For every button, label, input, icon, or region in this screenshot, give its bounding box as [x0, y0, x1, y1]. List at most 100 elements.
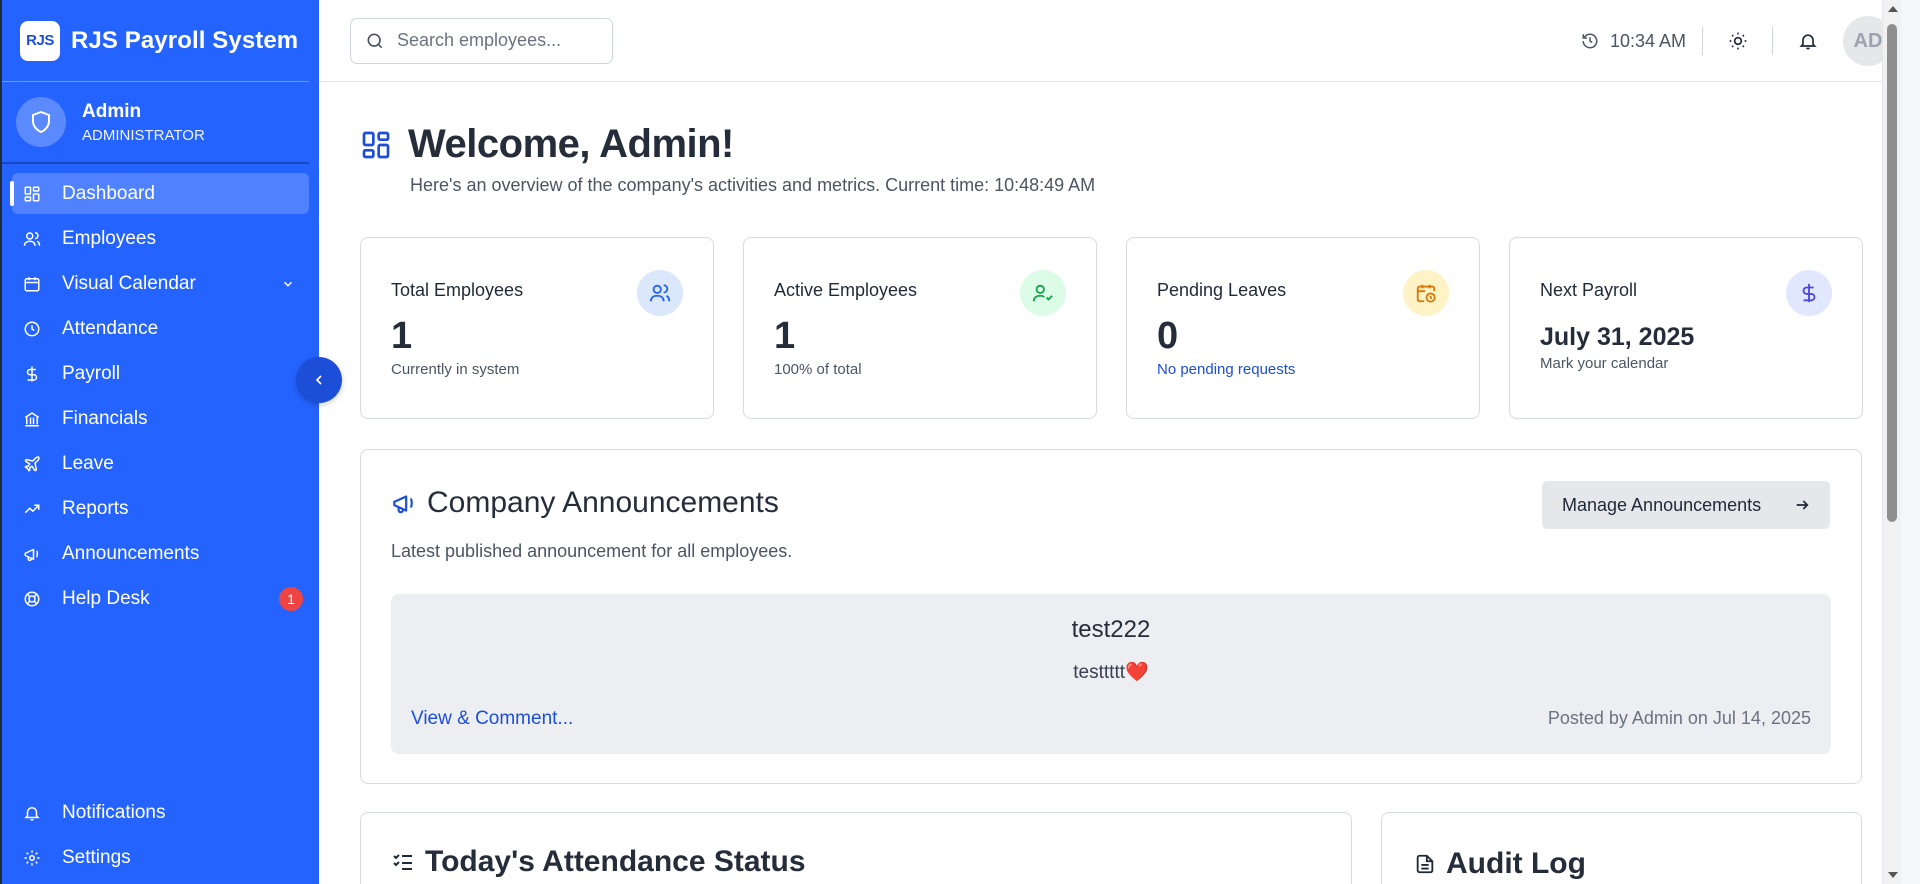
sidebar-item-label: Visual Calendar — [62, 272, 196, 294]
sidebar: RJS RJS Payroll System Admin ADMINISTRAT… — [0, 0, 319, 884]
card-value: 1 — [391, 315, 413, 357]
collapse-sidebar-button[interactable] — [296, 357, 342, 403]
sidebar-item-label: Employees — [62, 227, 156, 249]
arrow-right-icon — [1796, 500, 1809, 510]
history-icon — [1582, 33, 1598, 49]
sidebar-item-leave[interactable]: Leave — [12, 443, 309, 484]
card-value: 0 — [1157, 315, 1179, 357]
shield-icon — [16, 97, 66, 147]
sidebar-item-attendance[interactable]: Attendance — [12, 308, 309, 349]
sidebar-bottom-nav: Notifications Settings — [2, 792, 319, 884]
gear-icon — [22, 848, 42, 868]
manage-announcements-label: Manage Announcements — [1562, 494, 1762, 515]
announcement-meta: Posted by Admin on Jul 14, 2025 — [1547, 708, 1811, 728]
sidebar-item-reports[interactable]: Reports — [12, 488, 309, 529]
chevron-down-icon[interactable] — [281, 275, 295, 297]
user-check-icon — [1020, 270, 1066, 316]
plane-icon — [22, 454, 42, 474]
search-icon — [367, 33, 383, 48]
sidebar-item-label: Dashboard — [62, 182, 155, 204]
bell-icon — [1799, 34, 1817, 50]
sidebar-nav: Dashboard Employees Visual Calendar Atte… — [2, 173, 319, 619]
announcement-title: test222 — [1071, 616, 1151, 643]
sidebar-item-label: Notifications — [62, 801, 166, 823]
announcement-body: testtttt❤️ — [391, 660, 1831, 684]
brand[interactable]: RJS RJS Payroll System — [2, 0, 309, 82]
card-value: 1 — [774, 315, 796, 357]
search-input[interactable]: Search employees... — [350, 17, 613, 64]
announcement-body-text: testtttt — [1073, 662, 1126, 683]
card-pending-leaves: Pending Leaves 0 No pending requests — [1126, 237, 1480, 419]
scrollbar-thumb[interactable] — [1887, 24, 1897, 522]
user-profile[interactable]: Admin ADMINISTRATOR — [2, 82, 309, 164]
audit-log-title: Audit Log — [1446, 847, 1586, 880]
sidebar-item-notifications[interactable]: Notifications — [12, 792, 309, 833]
sidebar-item-label: Payroll — [62, 362, 121, 384]
scroll-down-icon[interactable] — [1888, 872, 1898, 878]
page-title: Welcome, Admin! — [408, 122, 734, 166]
trend-icon — [22, 499, 42, 519]
calendar-clock-icon — [1403, 270, 1449, 316]
user-role: ADMINISTRATOR — [82, 126, 205, 144]
audit-log-panel: Audit Log — [1381, 812, 1862, 884]
notifications-button[interactable] — [1773, 27, 1843, 55]
view-comment-link[interactable]: View & Comment... — [411, 708, 573, 730]
sidebar-item-announcements[interactable]: Announcements — [12, 533, 309, 574]
help-desk-badge: 1 — [279, 587, 303, 611]
bank-icon — [22, 409, 42, 429]
dollar-icon — [1786, 270, 1832, 316]
attendance-title: Today's Attendance Status — [425, 845, 806, 878]
megaphone-icon — [22, 544, 42, 564]
dashboard-icon — [22, 184, 42, 204]
announcements-subtitle: Latest published announcement for all em… — [391, 541, 793, 561]
card-subtext: Currently in system — [391, 361, 520, 378]
announcements-title: Company Announcements — [427, 486, 779, 519]
sidebar-item-dashboard[interactable]: Dashboard — [10, 173, 309, 214]
users-icon — [637, 270, 683, 316]
card-subtext: 100% of total — [774, 361, 862, 378]
time-label: 10:34 AM — [1609, 30, 1686, 51]
users-icon — [22, 229, 42, 249]
calendar-icon — [22, 274, 42, 294]
announcement-item: test222 testtttt❤️ View & Comment... Pos… — [391, 594, 1831, 754]
manage-announcements-button[interactable]: Manage Announcements — [1542, 481, 1830, 529]
card-value: July 31, 2025 — [1540, 323, 1695, 351]
brand-name: RJS Payroll System — [71, 26, 299, 54]
sidebar-item-settings[interactable]: Settings — [12, 837, 309, 878]
main-content: Search employees... 10:34 AM AD Welcome,… — [319, 0, 1901, 884]
sidebar-item-label: Financials — [62, 407, 148, 429]
card-subtext: No pending requests — [1157, 361, 1296, 378]
sidebar-item-employees[interactable]: Employees — [12, 218, 309, 259]
theme-toggle-button[interactable] — [1703, 27, 1773, 55]
sun-icon — [1729, 32, 1746, 50]
topbar: Search employees... 10:34 AM AD — [319, 0, 1901, 82]
sidebar-item-label: Reports — [62, 497, 129, 519]
scroll-up-icon[interactable] — [1888, 6, 1898, 12]
megaphone-icon — [393, 495, 413, 514]
scrollbar[interactable] — [1882, 0, 1901, 884]
sidebar-item-payroll[interactable]: Payroll — [12, 353, 309, 394]
chevron-left-icon — [315, 375, 322, 385]
sidebar-item-label: Settings — [62, 846, 131, 868]
sidebar-item-financials[interactable]: Financials — [12, 398, 309, 439]
page-subtitle: Here's an overview of the company's acti… — [410, 175, 1096, 195]
card-next-payroll: Next Payroll July 31, 2025 Mark your cal… — [1509, 237, 1863, 419]
heart-emoji: ❤️ — [1125, 662, 1149, 683]
sidebar-item-visual-calendar[interactable]: Visual Calendar — [12, 263, 309, 304]
card-total-employees: Total Employees 1 Currently in system — [360, 237, 714, 419]
dashboard: Welcome, Admin! Here's an overview of th… — [319, 82, 1901, 784]
dashboard-icon — [362, 131, 390, 158]
clock-icon — [22, 319, 42, 339]
card-subtext: Mark your calendar — [1540, 355, 1669, 372]
sidebar-item-label: Announcements — [62, 542, 200, 564]
sidebar-item-label: Help Desk — [62, 587, 150, 609]
announcements-panel: Company Announcements Manage Announcemen… — [360, 449, 1862, 784]
user-name: Admin — [82, 100, 142, 122]
lifebuoy-icon — [22, 589, 42, 609]
card-active-employees: Active Employees 1 100% of total — [743, 237, 1097, 419]
file-text-icon — [1416, 854, 1434, 874]
sidebar-item-help-desk[interactable]: Help Desk 1 — [12, 578, 309, 619]
dollar-icon — [22, 364, 42, 384]
bell-icon — [22, 803, 42, 823]
attendance-panel: Today's Attendance Status — [360, 812, 1352, 884]
